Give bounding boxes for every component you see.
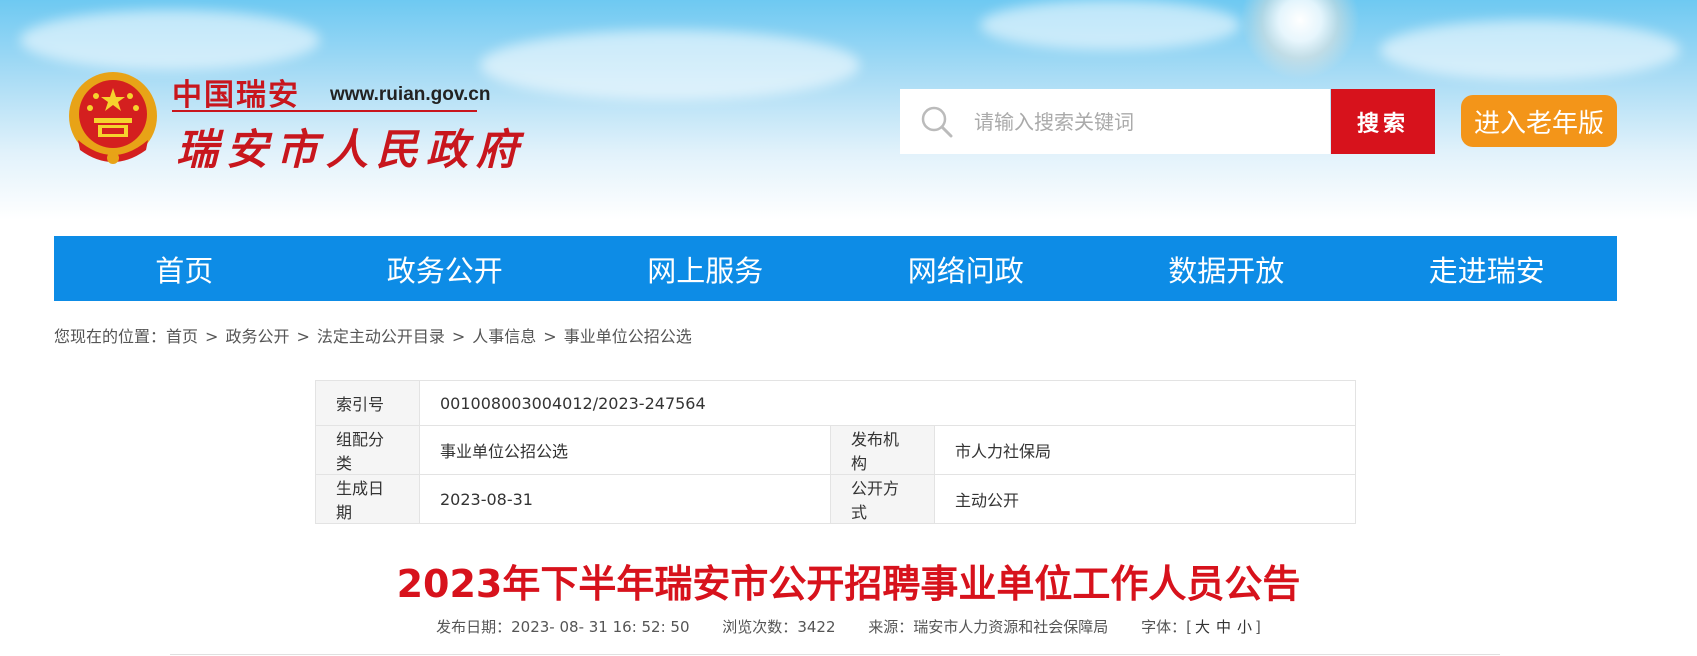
breadcrumb-link[interactable]: 人事信息: [472, 327, 536, 346]
nav-item-online-services[interactable]: 网上服务: [575, 236, 836, 301]
table-row: 组配分类 事业单位公招公选 发布机构 市人力社保局: [315, 425, 1356, 475]
nav-item-home[interactable]: 首页: [54, 236, 315, 301]
national-emblem-icon[interactable]: [66, 70, 160, 170]
table-row: 索引号 001008003004012/2023-247564: [315, 380, 1356, 426]
breadcrumb-separator: >: [451, 327, 466, 346]
nav-item-gov-affairs[interactable]: 政务公开: [315, 236, 576, 301]
search-icon: [921, 106, 953, 137]
source: 来源：瑞安市人力资源和社会保障局: [868, 618, 1108, 636]
sun-decoration: [1240, 0, 1360, 80]
breadcrumb-link[interactable]: 事业单位公招公选: [564, 327, 692, 346]
category-label: 组配分类: [315, 425, 420, 475]
font-size-bracket-close: ]: [1255, 618, 1261, 636]
method-value: 主动公开: [934, 474, 1356, 524]
org-label: 发布机构: [830, 425, 935, 475]
breadcrumb-separator: >: [205, 327, 219, 346]
view-count: 浏览次数：3422: [722, 618, 835, 636]
search-box: [900, 89, 1330, 154]
article-meta: 发布日期：2023- 08- 31 16: 52: 50 浏览次数：3422 来…: [0, 616, 1697, 637]
date-label: 生成日期: [315, 474, 420, 524]
cloud-decoration: [980, 0, 1240, 50]
org-value: 市人力社保局: [934, 425, 1356, 475]
breadcrumb-link[interactable]: 首页: [166, 327, 198, 346]
font-size-label: 字体：: [1141, 618, 1187, 636]
date-value: 2023-08-31: [419, 474, 831, 524]
search-button[interactable]: 搜索: [1331, 89, 1435, 154]
view-count-value: 3422: [797, 618, 836, 636]
main-nav: 首页 政务公开 网上服务 网络问政 数据开放 走进瑞安: [54, 236, 1617, 301]
font-size-control: 字体：[大中小]: [1141, 618, 1261, 636]
logo-divider: [172, 110, 477, 112]
publish-date: 发布日期：2023- 08- 31 16: 52: 50: [436, 618, 689, 636]
logo-title-big[interactable]: 瑞安市人民政府: [176, 116, 526, 177]
source-label: 来源：: [868, 618, 914, 636]
search-input[interactable]: [972, 108, 1316, 135]
view-count-label: 浏览次数：: [722, 618, 798, 636]
publish-date-label: 发布日期：: [436, 618, 512, 636]
article-title: 2023年下半年瑞安市公开招聘事业单位工作人员公告: [396, 562, 1301, 606]
font-size-bracket-open: [: [1186, 618, 1192, 636]
info-table: 索引号 001008003004012/2023-247564 组配分类 事业单…: [315, 380, 1356, 524]
font-size-small-button[interactable]: 小: [1237, 618, 1252, 636]
index-value: 001008003004012/2023-247564: [419, 380, 1356, 426]
logo-url[interactable]: www.ruian.gov.cn: [330, 84, 490, 106]
cloud-decoration: [480, 30, 860, 100]
cloud-decoration: [1380, 20, 1680, 80]
nav-item-open-data[interactable]: 数据开放: [1096, 236, 1357, 301]
breadcrumb-prefix: 您现在的位置：: [54, 327, 167, 346]
font-size-large-button[interactable]: 大: [1195, 618, 1210, 636]
breadcrumb-link[interactable]: 法定主动公开目录: [317, 327, 445, 346]
category-value: 事业单位公招公选: [419, 425, 831, 475]
nav-item-online-inquiry[interactable]: 网络问政: [836, 236, 1097, 301]
breadcrumb-link[interactable]: 政务公开: [225, 327, 289, 346]
nav-item-about-ruian[interactable]: 走进瑞安: [1357, 236, 1618, 301]
cloud-decoration: [20, 10, 320, 70]
divider: [170, 654, 1500, 655]
source-value: 瑞安市人力资源和社会保障局: [913, 618, 1109, 636]
index-label: 索引号: [315, 380, 420, 426]
font-size-medium-button[interactable]: 中: [1216, 618, 1231, 636]
breadcrumb-separator: >: [543, 327, 557, 346]
elder-mode-button[interactable]: 进入老年版: [1461, 95, 1617, 147]
publish-date-value: 2023- 08- 31 16: 52: 50: [511, 618, 690, 636]
table-row: 生成日期 2023-08-31 公开方式 主动公开: [315, 474, 1356, 524]
breadcrumb-separator: >: [296, 327, 310, 346]
logo-title-small[interactable]: 中国瑞安: [172, 70, 300, 114]
breadcrumb: 您现在的位置：首页 > 政务公开 > 法定主动公开目录 > 人事信息 > 事业单位公招公选: [54, 323, 692, 347]
method-label: 公开方式: [830, 474, 935, 524]
